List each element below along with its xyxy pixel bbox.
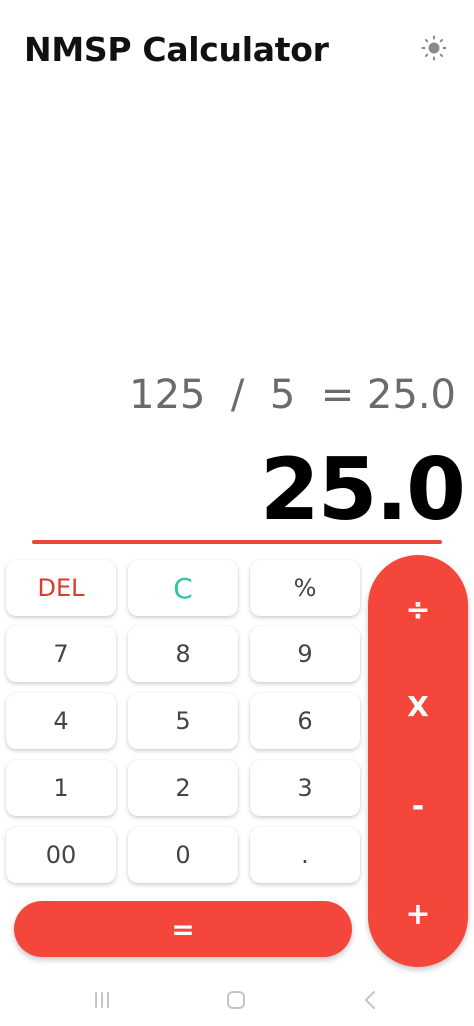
equals-button[interactable]: = <box>14 901 352 957</box>
recent-apps-button[interactable] <box>82 985 122 1015</box>
back-button[interactable] <box>350 985 390 1015</box>
recent-apps-icon <box>95 992 109 1008</box>
divide-button[interactable]: ÷ <box>368 575 468 645</box>
digit-4-button[interactable]: 4 <box>6 693 116 749</box>
back-icon <box>365 991 375 1009</box>
digit-1-button[interactable]: 1 <box>6 760 116 816</box>
calculator-screen: NMSP Calculator 125 / 5 = 25.0 25.0 DEL … <box>0 0 474 1026</box>
theme-toggle-button[interactable] <box>418 32 450 64</box>
home-button[interactable] <box>216 985 256 1015</box>
multiply-button[interactable]: X <box>368 671 468 741</box>
digit-5-button[interactable]: 5 <box>128 693 238 749</box>
subtract-button[interactable]: - <box>368 771 468 841</box>
digit-7-button[interactable]: 7 <box>6 626 116 682</box>
percent-button[interactable]: % <box>250 560 360 616</box>
expression-display: 125 / 5 = 25.0 <box>129 372 456 418</box>
home-icon <box>227 991 245 1009</box>
app-title: NMSP Calculator <box>24 30 329 69</box>
display-divider <box>32 540 442 544</box>
digit-8-button[interactable]: 8 <box>128 626 238 682</box>
digit-9-button[interactable]: 9 <box>250 626 360 682</box>
digit-6-button[interactable]: 6 <box>250 693 360 749</box>
decimal-point-button[interactable]: . <box>250 827 360 883</box>
del-button[interactable]: DEL <box>6 560 116 616</box>
double-zero-button[interactable]: 00 <box>6 827 116 883</box>
result-display: 25.0 <box>259 440 466 540</box>
digit-2-button[interactable]: 2 <box>128 760 238 816</box>
system-navigation-bar <box>0 975 474 1026</box>
clear-button[interactable]: C <box>128 560 238 616</box>
digit-3-button[interactable]: 3 <box>250 760 360 816</box>
sun-icon <box>421 35 447 61</box>
add-button[interactable]: + <box>368 879 468 949</box>
digit-0-button[interactable]: 0 <box>128 827 238 883</box>
operator-column: ÷ X - + <box>368 555 468 967</box>
